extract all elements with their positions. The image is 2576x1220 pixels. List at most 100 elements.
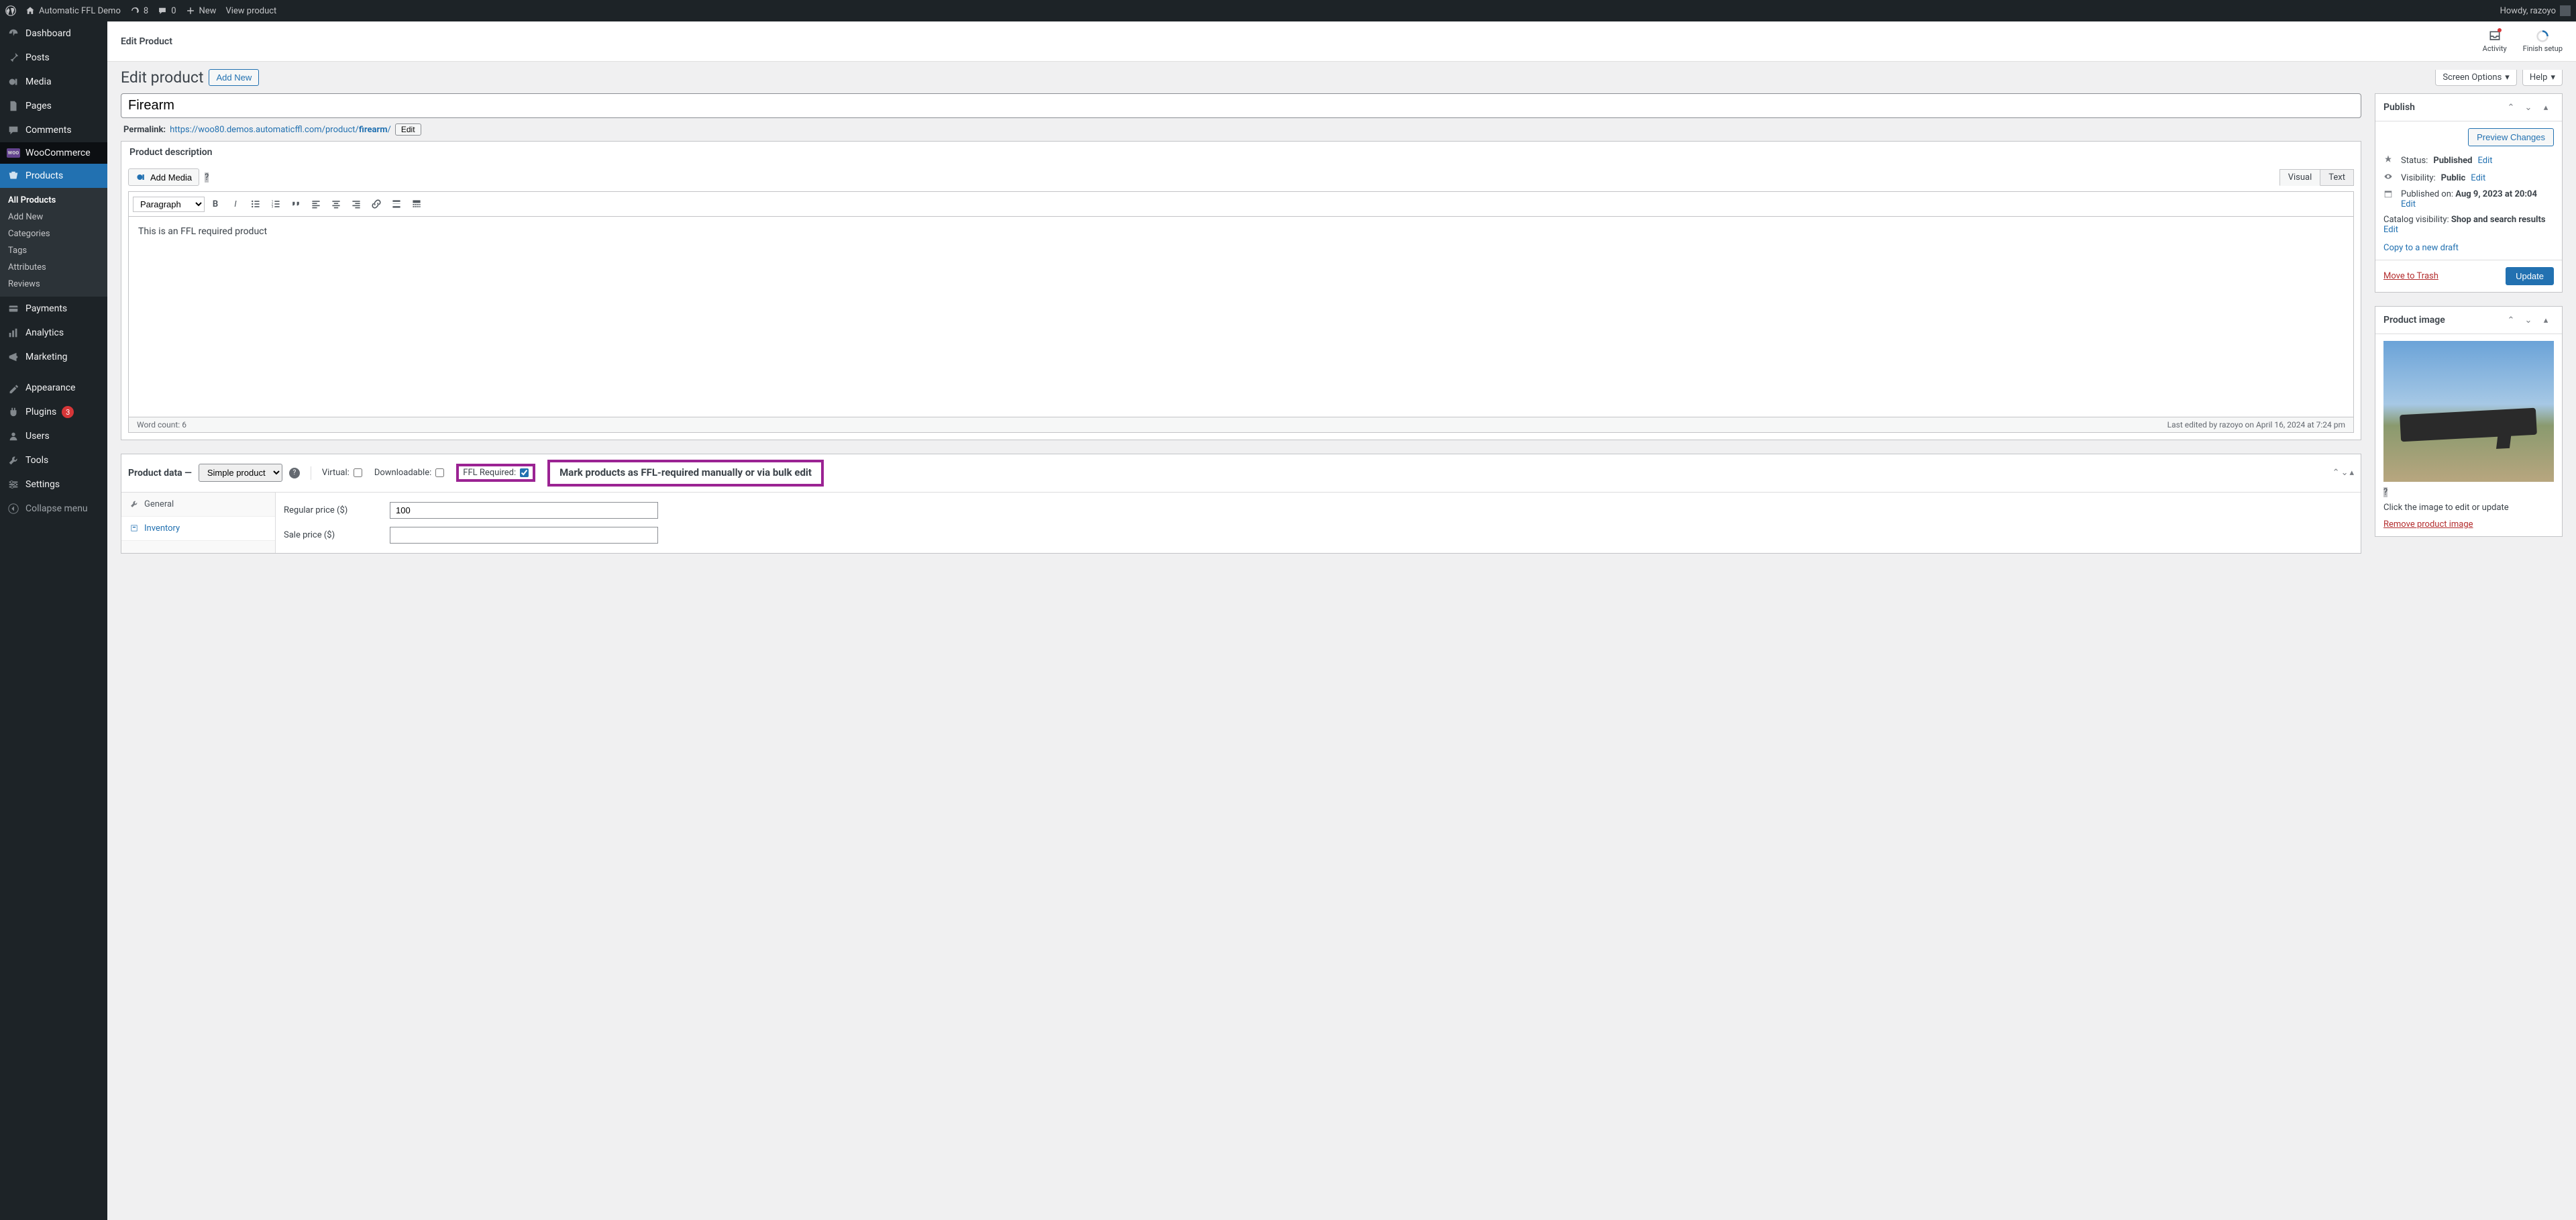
collapse-icon [7,502,20,515]
menu-payments[interactable]: Payments [0,297,107,321]
menu-posts[interactable]: Posts [0,46,107,70]
italic-button[interactable]: I [226,195,245,213]
sub-reviews[interactable]: Reviews [0,276,107,293]
editor-content-area[interactable]: This is an FFL required product [128,216,2354,417]
number-list-button[interactable]: 123 [266,195,285,213]
menu-plugins[interactable]: Plugins 3 [0,400,107,424]
link-button[interactable] [367,195,386,213]
menu-comments[interactable]: Comments [0,118,107,142]
update-button[interactable]: Update [2506,267,2554,285]
menu-users[interactable]: Users [0,424,107,448]
remove-image-link[interactable]: Remove product image [2383,519,2473,529]
toolbar-toggle-button[interactable] [407,195,426,213]
sub-categories[interactable]: Categories [0,225,107,242]
quote-button[interactable] [286,195,305,213]
caret-up-icon[interactable]: ▴ [2349,468,2354,478]
readmore-button[interactable] [387,195,406,213]
menu-dashboard[interactable]: Dashboard [0,21,107,46]
ffl-required-option[interactable]: FFL Required: [463,468,529,478]
visual-tab[interactable]: Visual [2279,169,2321,186]
menu-label: Marketing [25,352,68,362]
sale-price-input[interactable] [390,527,658,544]
menu-woocommerce[interactable]: wooWooCommerce [0,142,107,164]
menu-products[interactable]: Products [0,164,107,188]
status-value: Published [2433,156,2472,166]
sub-add-new[interactable]: Add New [0,209,107,225]
published-on-value: Aug 9, 2023 at 20:04 [2455,189,2537,199]
move-to-trash-link[interactable]: Move to Trash [2383,271,2438,281]
help-icon[interactable]: ? [289,468,300,478]
chevron-down-icon[interactable]: ⌄ [2341,468,2349,478]
ffl-required-checkbox[interactable] [520,468,529,477]
product-image-preview[interactable] [2383,341,2554,482]
howdy-user[interactable]: Howdy, razoyo [2500,5,2571,16]
caret-up-icon[interactable]: ▴ [2538,99,2554,115]
edit-date-link[interactable]: Edit [2401,199,2416,209]
caret-up-icon[interactable]: ▴ [2538,312,2554,328]
view-product[interactable]: View product [225,6,276,16]
product-type-select[interactable]: Simple product [199,464,282,482]
bold-button[interactable]: B [206,195,225,213]
word-count: 6 [182,420,186,429]
downloadable-checkbox[interactable] [435,468,444,477]
status-row: Status: Published Edit [2383,152,2554,169]
finish-setup-button[interactable]: Finish setup [2523,30,2563,53]
menu-tools[interactable]: Tools [0,448,107,472]
product-title-input[interactable] [121,93,2361,118]
publish-box: Publish ⌃ ⌄ ▴ Preview Changes [2375,93,2563,293]
preview-changes-button[interactable]: Preview Changes [2468,128,2554,146]
wp-logo[interactable] [5,5,16,16]
menu-marketing[interactable]: Marketing [0,345,107,369]
downloadable-option[interactable]: Downloadable: [374,468,444,478]
sub-all-products[interactable]: All Products [0,192,107,209]
new-content[interactable]: New [186,6,217,16]
align-left-button[interactable] [307,195,325,213]
activity-button[interactable]: Activity [2483,30,2507,53]
menu-media[interactable]: Media [0,70,107,94]
virtual-option[interactable]: Virtual: [322,468,362,478]
add-media-button[interactable]: Add Media [128,168,199,186]
add-media-label: Add Media [150,172,192,183]
edit-permalink-button[interactable]: Edit [395,123,421,136]
comments[interactable]: 0 [158,6,176,16]
tab-inventory[interactable]: Inventory [121,517,275,541]
visibility-value: Public [2441,173,2466,183]
menu-pages[interactable]: Pages [0,94,107,118]
permalink-link[interactable]: https://woo80.demos.automaticffl.com/pro… [170,125,391,135]
help-icon[interactable]: ? [205,172,209,183]
chevron-up-icon[interactable]: ⌃ [2332,468,2340,478]
chevron-up-icon[interactable]: ⌃ [2503,312,2519,328]
tab-general[interactable]: General [121,493,275,517]
add-new-button[interactable]: Add New [209,69,259,86]
screen-options-button[interactable]: Screen Options ▾ [2435,70,2517,86]
product-data-tabs: General Inventory [121,493,276,553]
virtual-checkbox[interactable] [354,468,362,477]
publish-title: Publish [2383,102,2415,113]
sub-tags[interactable]: Tags [0,242,107,259]
chevron-down-icon[interactable]: ⌄ [2520,312,2536,328]
text-tab[interactable]: Text [2320,169,2354,186]
help-button[interactable]: Help ▾ [2522,70,2563,86]
copy-to-draft-link[interactable]: Copy to a new draft [2383,243,2459,253]
chevron-up-icon[interactable]: ⌃ [2503,99,2519,115]
menu-settings[interactable]: Settings [0,472,107,497]
align-right-button[interactable] [347,195,366,213]
edit-visibility-link[interactable]: Edit [2471,173,2485,183]
menu-collapse[interactable]: Collapse menu [0,497,107,521]
align-center-button[interactable] [327,195,345,213]
analytics-icon [7,326,20,340]
dashboard-icon [7,27,20,40]
sub-attributes[interactable]: Attributes [0,259,107,276]
regular-price-label: Regular price ($) [284,505,384,515]
edit-status-link[interactable]: Edit [2477,156,2492,166]
updates[interactable]: 8 [130,6,148,16]
menu-analytics[interactable]: Analytics [0,321,107,345]
chevron-down-icon[interactable]: ⌄ [2520,99,2536,115]
site-name[interactable]: Automatic FFL Demo [25,6,121,16]
paragraph-select[interactable]: Paragraph [133,197,205,212]
menu-appearance[interactable]: Appearance [0,376,107,400]
regular-price-input[interactable] [390,502,658,519]
edit-catalog-link[interactable]: Edit [2383,225,2398,235]
help-icon[interactable]: ? [2383,487,2387,497]
bullet-list-button[interactable] [246,195,265,213]
